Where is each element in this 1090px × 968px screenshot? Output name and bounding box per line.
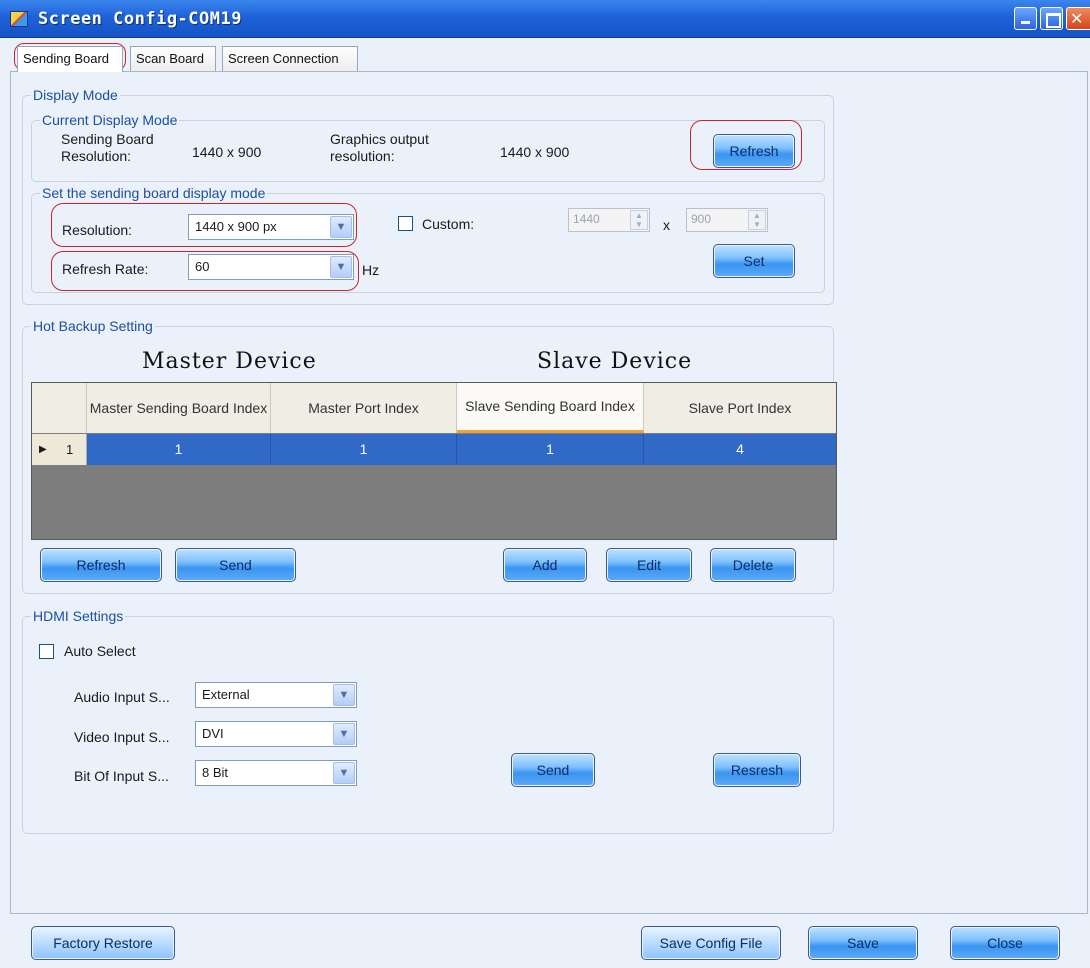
chevron-down-icon: ▼ bbox=[330, 256, 352, 278]
hot-refresh-button[interactable]: Refresh bbox=[40, 548, 162, 582]
display-mode-title: Display Mode bbox=[31, 86, 120, 104]
set-button[interactable]: Set bbox=[713, 244, 795, 278]
sending-resolution-label: Sending Board Resolution: bbox=[61, 131, 154, 164]
tab-sending-board[interactable]: Sending Board bbox=[17, 46, 123, 72]
save-config-file-button[interactable]: Save Config File bbox=[641, 926, 781, 960]
delete-button[interactable]: Delete bbox=[710, 548, 796, 582]
tab-scan-board[interactable]: Scan Board bbox=[130, 46, 216, 72]
chevron-down-icon: ▼ bbox=[330, 216, 352, 238]
auto-select-label: Auto Select bbox=[64, 643, 136, 659]
minimize-button[interactable] bbox=[1014, 7, 1037, 30]
row-number: 1 bbox=[66, 442, 74, 457]
audio-input-value: External bbox=[202, 687, 250, 702]
resolution-select-value: 1440 x 900 px bbox=[195, 219, 277, 234]
factory-restore-button[interactable]: Factory Restore bbox=[31, 926, 175, 960]
row-header-corner bbox=[32, 383, 87, 433]
custom-width-value: 1440 bbox=[573, 212, 600, 226]
add-button[interactable]: Add bbox=[503, 548, 587, 582]
current-display-mode-title: Current Display Mode bbox=[40, 111, 180, 129]
hdmi-settings-title: HDMI Settings bbox=[31, 607, 126, 625]
hot-backup-table[interactable]: Master Sending Board Index Master Port I… bbox=[31, 382, 837, 540]
bit-input-label: Bit Of Input S... bbox=[74, 768, 169, 784]
close-window-button[interactable] bbox=[1066, 7, 1090, 30]
resolution-label: Resolution: bbox=[62, 222, 133, 238]
chevron-down-icon: ▼ bbox=[333, 723, 355, 745]
column-header[interactable]: Master Sending Board Index bbox=[87, 383, 271, 433]
set-display-mode-title: Set the sending board display mode bbox=[40, 184, 268, 202]
spinner-icon: ▲ ▼ bbox=[630, 210, 648, 230]
refresh-rate-label: Refresh Rate: bbox=[62, 261, 149, 277]
row-pointer-icon: ▶ bbox=[39, 444, 47, 455]
custom-label: Custom: bbox=[422, 216, 475, 232]
custom-width-input[interactable]: 1440 ▲ ▼ bbox=[568, 208, 650, 232]
auto-select-checkbox[interactable] bbox=[39, 644, 54, 659]
video-input-value: DVI bbox=[202, 726, 224, 741]
bit-input-select[interactable]: 8 Bit ▼ bbox=[195, 760, 357, 786]
video-input-select[interactable]: DVI ▼ bbox=[195, 721, 357, 747]
edit-button[interactable]: Edit bbox=[606, 548, 692, 582]
spinner-icon: ▲ ▼ bbox=[748, 210, 766, 230]
hz-label: Hz bbox=[362, 262, 380, 278]
audio-input-label: Audio Input S... bbox=[74, 689, 170, 705]
table-header: Master Sending Board Index Master Port I… bbox=[32, 383, 836, 433]
table-row[interactable]: 1 1 1 4 bbox=[32, 434, 836, 465]
column-header[interactable]: Master Port Index bbox=[271, 383, 457, 433]
save-button[interactable]: Save bbox=[808, 926, 918, 960]
row-header[interactable]: ▶ 1 bbox=[32, 434, 87, 465]
refresh-rate-select[interactable]: 60 ▼ bbox=[188, 254, 354, 280]
slave-device-title: Slave Device bbox=[537, 349, 693, 374]
hot-send-button[interactable]: Send bbox=[175, 548, 296, 582]
close-button[interactable]: Close bbox=[950, 926, 1060, 960]
graphics-resolution-value: 1440 x 900 bbox=[500, 144, 570, 160]
sending-resolution-value: 1440 x 900 bbox=[192, 144, 262, 160]
hdmi-send-button[interactable]: Send bbox=[511, 753, 595, 787]
app-icon bbox=[10, 11, 28, 27]
table-cell: 1 bbox=[271, 434, 457, 465]
video-input-label: Video Input S... bbox=[74, 729, 170, 745]
graphics-resolution-label: Graphics output resolution: bbox=[330, 131, 429, 164]
tab-screen-connection[interactable]: Screen Connection bbox=[222, 46, 358, 72]
display-refresh-button[interactable]: Refresh bbox=[713, 134, 795, 168]
custom-height-value: 900 bbox=[691, 212, 712, 226]
table-cell: 4 bbox=[736, 441, 744, 457]
master-device-title: Master Device bbox=[142, 349, 317, 374]
bit-input-value: 8 Bit bbox=[202, 765, 229, 780]
chevron-down-icon: ▼ bbox=[333, 762, 355, 784]
custom-x-label: x bbox=[663, 217, 670, 233]
refresh-rate-select-value: 60 bbox=[195, 259, 210, 274]
maximize-button[interactable] bbox=[1040, 7, 1063, 30]
column-header[interactable]: Slave Port Index bbox=[644, 383, 836, 433]
hdmi-refresh-button[interactable]: Resresh bbox=[713, 753, 801, 787]
hdmi-settings-group: HDMI Settings bbox=[22, 607, 834, 834]
custom-checkbox[interactable] bbox=[398, 216, 413, 231]
hot-backup-title: Hot Backup Setting bbox=[31, 317, 155, 335]
table-cell: 1 bbox=[457, 434, 644, 465]
custom-height-input[interactable]: 900 ▲ ▼ bbox=[686, 208, 768, 232]
column-header[interactable]: Slave Sending Board Index bbox=[457, 383, 644, 433]
resolution-select[interactable]: 1440 x 900 px ▼ bbox=[188, 214, 354, 240]
window-title: Screen Config-COM19 bbox=[38, 9, 242, 29]
audio-input-select[interactable]: External ▼ bbox=[195, 682, 357, 708]
title-bar[interactable]: Screen Config-COM19 bbox=[0, 0, 1090, 38]
chevron-down-icon: ▼ bbox=[333, 684, 355, 706]
table-cell: 1 bbox=[87, 434, 271, 465]
